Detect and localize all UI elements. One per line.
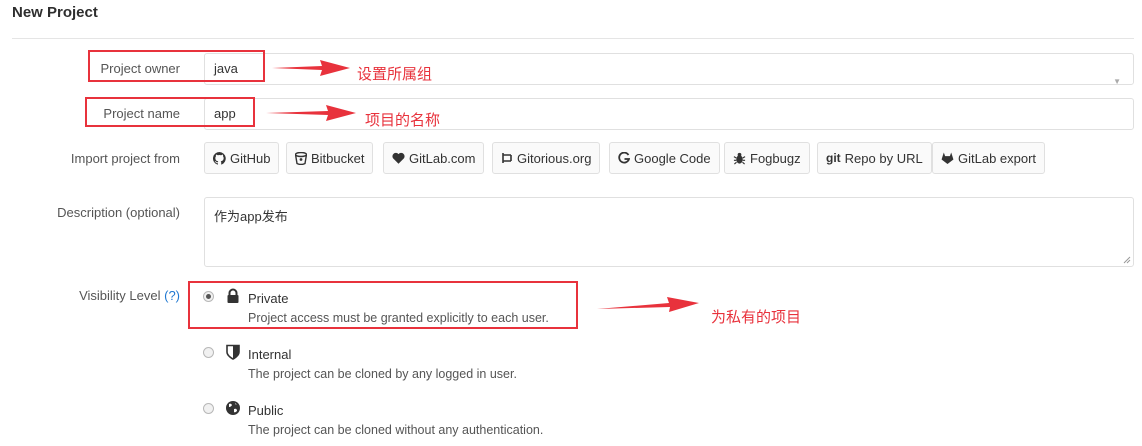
chevron-down-icon: ▼: [1113, 77, 1121, 86]
import-repo-url-label: Repo by URL: [844, 150, 923, 166]
globe-icon: [226, 401, 240, 415]
import-label: Import project from: [70, 151, 180, 166]
gitorious-icon: [501, 152, 513, 164]
gitlab-icon: [941, 152, 954, 164]
visibility-annotation: 为私有的项目: [711, 309, 802, 326]
import-bitbucket-button[interactable]: Bitbucket: [286, 142, 374, 174]
visibility-label-text: Visibility Level: [79, 288, 161, 303]
owner-highlight-box: [88, 50, 265, 82]
page-title: New Project: [12, 4, 98, 21]
name-arrow-icon: [266, 105, 356, 121]
visibility-internal-desc: The project can be cloned by any logged …: [248, 367, 517, 381]
bug-icon: [733, 152, 746, 165]
visibility-public-radio[interactable]: [203, 403, 214, 414]
google-icon: [618, 152, 630, 164]
visibility-public-title: Public: [248, 403, 284, 418]
bitbucket-icon: [295, 151, 307, 165]
import-gitorious-button[interactable]: Gitorious.org: [492, 142, 601, 174]
description-label: Description (optional): [57, 205, 180, 220]
git-icon: git: [826, 151, 841, 165]
import-fogbugz-button[interactable]: Fogbugz: [724, 142, 810, 174]
import-repo-url-button[interactable]: git Repo by URL: [817, 142, 932, 174]
heart-icon: [392, 152, 405, 164]
import-gitlab-export-button[interactable]: GitLab export: [932, 142, 1046, 174]
import-bitbucket-label: Bitbucket: [311, 150, 365, 166]
name-annotation: 项目的名称: [365, 112, 441, 129]
name-highlight-box: [85, 97, 255, 127]
owner-arrow-icon: [272, 60, 350, 76]
import-gitlabcom-label: GitLab.com: [409, 150, 476, 166]
visibility-arrow-icon: [597, 297, 699, 312]
import-gitorious-label: Gitorious.org: [517, 150, 592, 166]
header-divider: [12, 38, 1134, 39]
import-gitlab-export-label: GitLab export: [958, 150, 1037, 166]
github-icon: [213, 151, 226, 165]
import-github-button[interactable]: GitHub: [204, 142, 280, 174]
description-value: 作为app发布: [214, 209, 288, 224]
visibility-public-desc: The project can be cloned without any au…: [248, 423, 544, 437]
import-googlecode-button[interactable]: Google Code: [609, 142, 720, 174]
visibility-highlight-box: [188, 281, 578, 329]
visibility-help-link[interactable]: (?): [164, 288, 180, 303]
import-googlecode-label: Google Code: [634, 150, 711, 166]
visibility-label: Visibility Level (?): [0, 288, 180, 303]
shield-icon: [226, 344, 240, 360]
import-github-label: GitHub: [230, 150, 271, 166]
import-gitlabcom-button[interactable]: GitLab.com: [383, 142, 485, 174]
import-fogbugz-label: Fogbugz: [750, 150, 801, 166]
resize-handle-icon[interactable]: [1123, 256, 1131, 264]
description-textarea[interactable]: 作为app发布: [204, 197, 1134, 267]
owner-annotation: 设置所属组: [357, 66, 433, 83]
visibility-internal-radio[interactable]: [203, 347, 214, 358]
visibility-internal-title: Internal: [248, 347, 292, 362]
